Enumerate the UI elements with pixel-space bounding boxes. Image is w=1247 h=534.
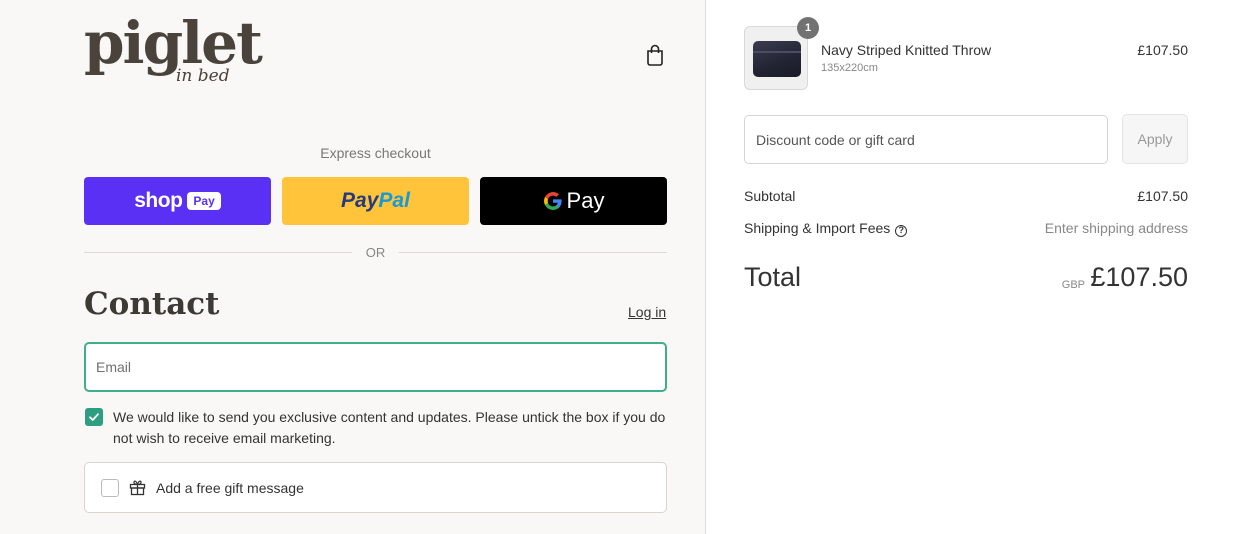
google-pay-button[interactable]: Pay (480, 177, 667, 225)
or-divider: OR (84, 243, 667, 263)
throw-fold (753, 51, 801, 53)
throw-image (753, 41, 801, 77)
divider-line-right (399, 252, 667, 253)
shop-pay-wordmark: shop (134, 189, 183, 212)
contact-heading: Contact (84, 286, 220, 322)
check-icon (89, 413, 99, 421)
shop-pay-pill: Pay (187, 192, 221, 210)
order-summary-panel: 1 Navy Striped Knitted Throw 135x220cm £… (706, 0, 1247, 534)
subtotal-label: Subtotal (744, 188, 796, 204)
google-g-icon (543, 192, 562, 210)
total-currency: GBP (1061, 279, 1085, 291)
gift-icon (129, 480, 146, 496)
quantity-badge: 1 (797, 17, 819, 39)
or-text: OR (365, 245, 386, 260)
checkout-main-panel: piglet in bed Express checkout shop Pay … (0, 0, 706, 534)
question-circle-icon[interactable]: ? (895, 225, 908, 237)
shopping-bag-icon[interactable] (645, 44, 665, 66)
marketing-consent-text: We would like to send you exclusive cont… (113, 409, 666, 446)
discount-code-input[interactable] (744, 115, 1108, 164)
subtotal-value: £107.50 (1137, 188, 1188, 204)
shop-pay-button[interactable]: shop Pay (84, 177, 271, 225)
email-field[interactable] (84, 342, 667, 392)
logo-tagline: in bed (176, 66, 230, 86)
marketing-checkbox[interactable] (85, 408, 103, 426)
gift-message-label: Add a free gift message (156, 480, 304, 496)
gift-message-checkbox[interactable] (101, 479, 119, 497)
paypal-button[interactable]: PayPal (282, 177, 469, 225)
login-link[interactable]: Log in (628, 304, 666, 320)
express-checkout-label: Express checkout (320, 145, 431, 161)
product-thumbnail: 1 (744, 17, 819, 90)
product-price: £107.50 (1137, 42, 1188, 58)
shipping-label-row: Shipping & Import Fees? (744, 220, 908, 237)
product-name: Navy Striped Knitted Throw (821, 42, 992, 58)
divider-line-left (84, 252, 352, 253)
total-value: £107.50 (1090, 262, 1188, 292)
total-label: Total (744, 262, 802, 292)
brand-logo[interactable]: piglet in bed (84, 14, 274, 94)
product-variant: 135x220cm (821, 62, 878, 74)
logo-wordmark: piglet (84, 9, 263, 77)
shipping-value: Enter shipping address (1044, 220, 1188, 236)
paypal-wordmark: PayPal (341, 189, 410, 212)
google-pay-label: Pay (566, 188, 605, 213)
apply-discount-button[interactable]: Apply (1122, 114, 1188, 164)
gift-message-option[interactable]: Add a free gift message (84, 462, 667, 513)
shipping-label: Shipping & Import Fees (744, 220, 891, 236)
